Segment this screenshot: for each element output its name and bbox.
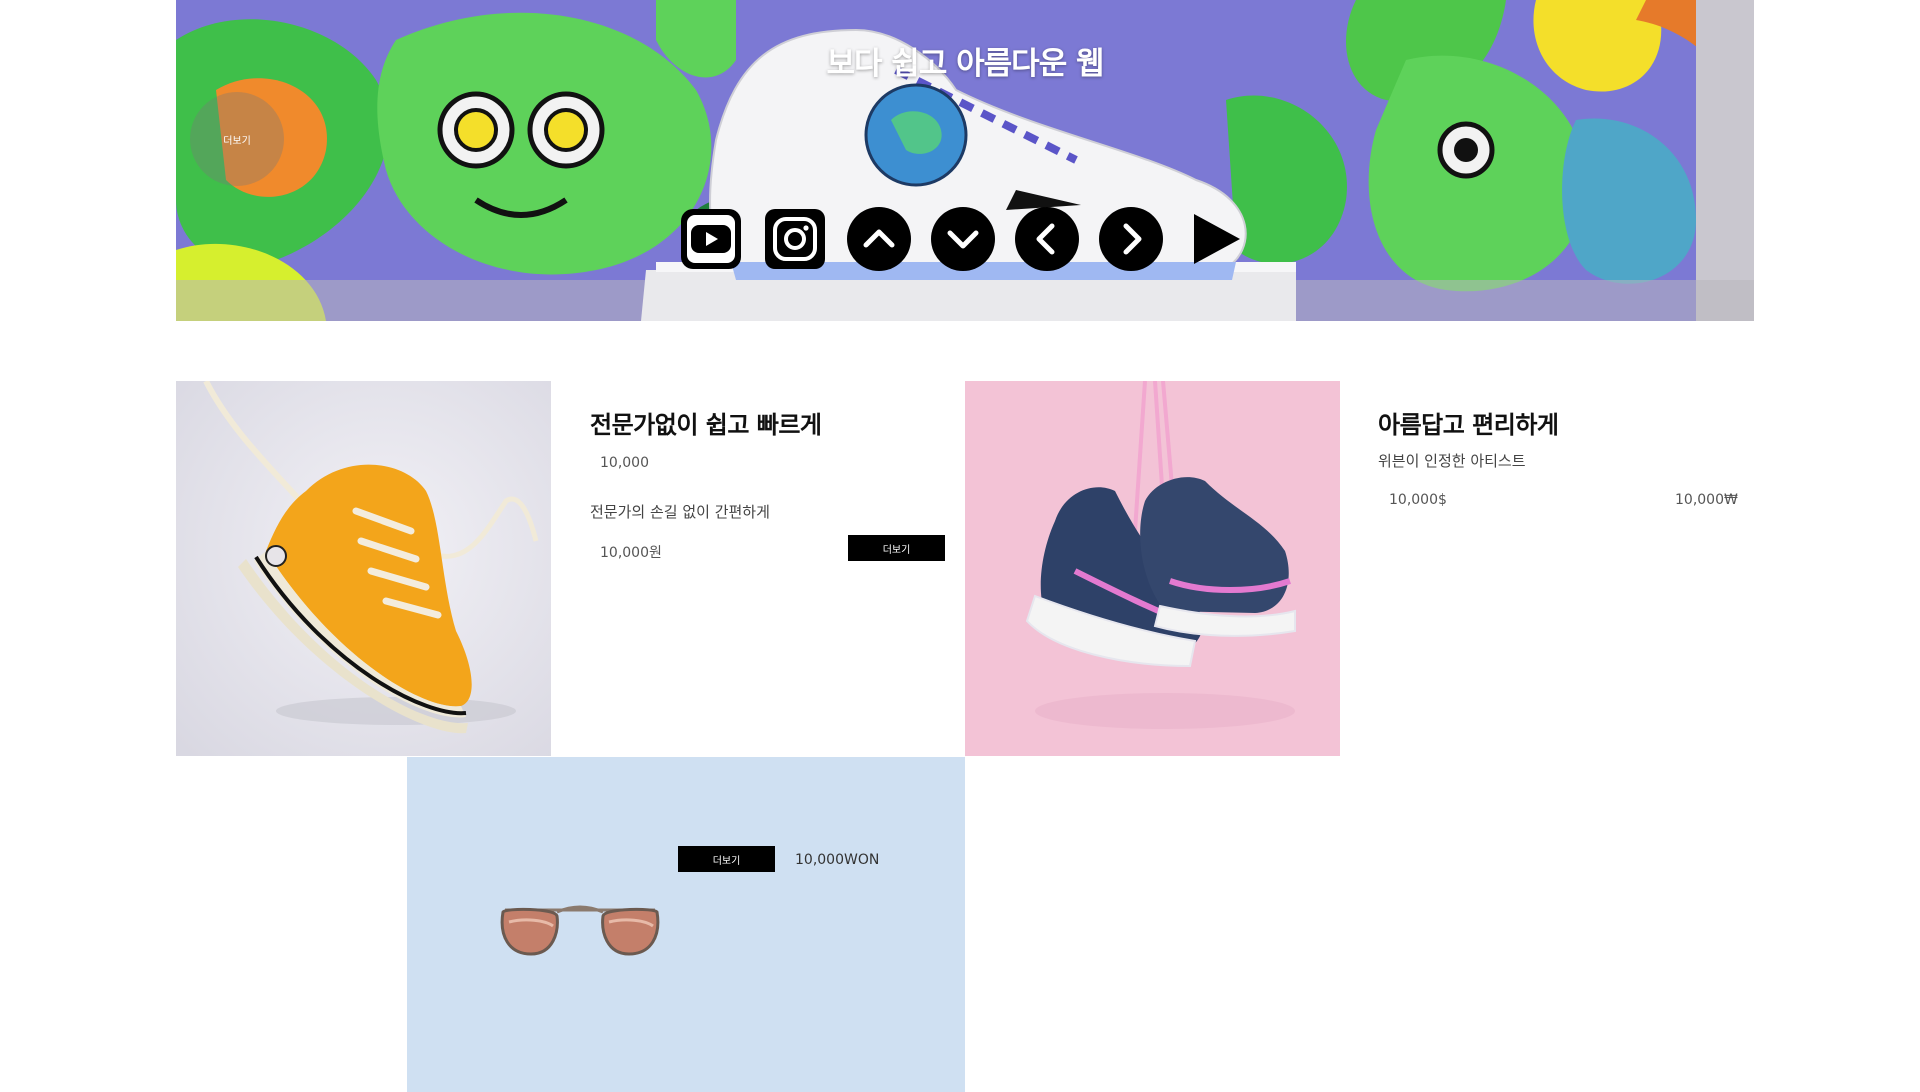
card2-price-right: 10,000₩ xyxy=(1675,492,1738,508)
yellow-sneaker-image xyxy=(176,381,551,756)
card2-title: 아름답고 편리하게 xyxy=(1378,411,1559,439)
chevron-down-icon[interactable] xyxy=(930,206,996,272)
promo-more-button[interactable]: 더보기 xyxy=(678,846,775,872)
chevron-up-icon[interactable] xyxy=(846,206,912,272)
pink-sneaker-image xyxy=(965,381,1340,756)
hero-more-button[interactable]: 더보기 xyxy=(190,92,284,186)
hero-banner: 보다 쉽고 아름다운 웹 더보기 xyxy=(176,0,1754,321)
hero-title: 보다 쉽고 아름다운 웹 xyxy=(826,46,1104,82)
instagram-icon[interactable] xyxy=(762,206,828,272)
promo-price: 10,000WON xyxy=(795,852,880,868)
card1-price-bottom: 10,000원 xyxy=(600,545,662,561)
promo-panel: 더보기 10,000WON xyxy=(407,757,965,1092)
card1-title: 전문가없이 쉽고 빠르게 xyxy=(590,411,822,439)
chevron-right-icon[interactable] xyxy=(1098,206,1164,272)
card1-more-button[interactable]: 더보기 xyxy=(848,535,945,561)
play-icon[interactable] xyxy=(1182,206,1248,272)
card1-subtitle: 전문가의 손길 없이 간편하게 xyxy=(590,503,770,521)
youtube-icon[interactable] xyxy=(678,206,744,272)
card2-price-left: 10,000$ xyxy=(1389,492,1447,508)
card2-subtitle: 위븐이 인정한 아티스트 xyxy=(1378,452,1526,470)
sunglasses-image xyxy=(500,905,660,956)
card1-price-top: 10,000 xyxy=(600,455,649,471)
chevron-left-icon[interactable] xyxy=(1014,206,1080,272)
